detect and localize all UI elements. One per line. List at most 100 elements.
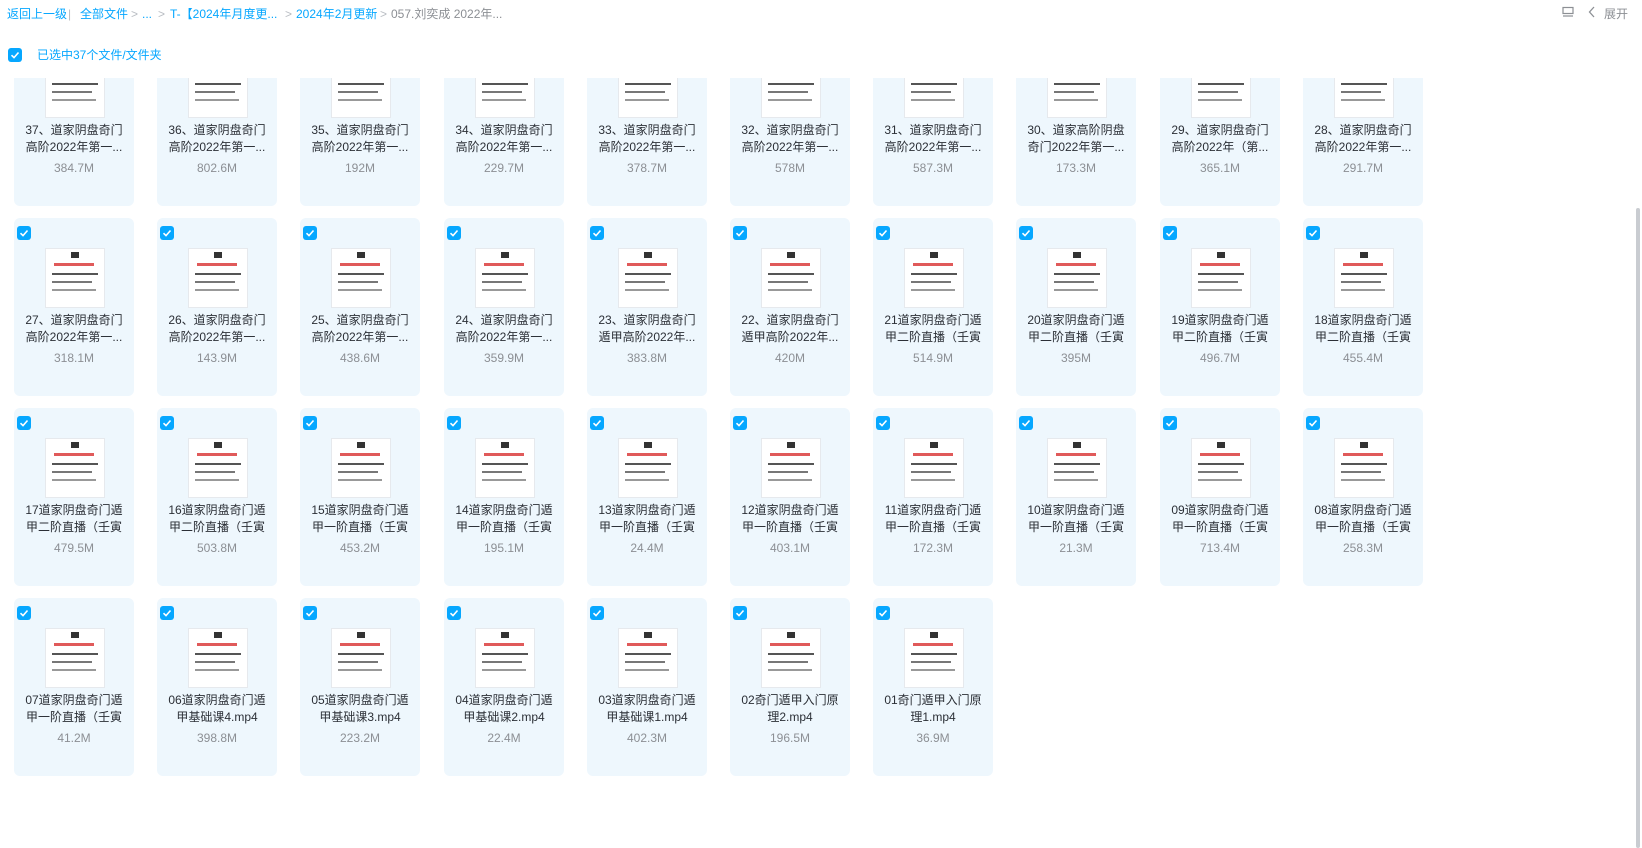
file-checkbox[interactable] (447, 226, 461, 240)
breadcrumb-folder-feb[interactable]: 2024年2月更新 (296, 6, 377, 22)
video-thumbnail[interactable] (761, 628, 821, 688)
file-tile[interactable]: 26、道家阴盘奇门高阶2022年第一... 143.9M (157, 218, 277, 396)
file-tile[interactable]: 01奇门遁甲入门原理1.mp4 36.9M (873, 598, 993, 776)
video-thumbnail[interactable] (331, 438, 391, 498)
video-thumbnail[interactable] (331, 628, 391, 688)
scrollbar[interactable] (1634, 78, 1642, 848)
file-tile[interactable]: 23、道家阴盘奇门遁甲高阶2022年... 383.8M (587, 218, 707, 396)
file-checkbox[interactable] (303, 606, 317, 620)
video-thumbnail[interactable] (475, 248, 535, 308)
file-checkbox[interactable] (447, 606, 461, 620)
file-checkbox[interactable] (1019, 416, 1033, 430)
file-tile[interactable]: 28、道家阴盘奇门高阶2022年第一... 291.7M (1303, 78, 1423, 206)
back-link[interactable]: 返回上一级 (7, 6, 67, 22)
video-thumbnail[interactable] (188, 78, 248, 118)
file-checkbox[interactable] (17, 226, 31, 240)
file-tile[interactable]: 10道家阴盘奇门遁甲一阶直播（壬寅 21.3M (1016, 408, 1136, 586)
file-tile[interactable]: 27、道家阴盘奇门高阶2022年第一... 318.1M (14, 218, 134, 396)
file-checkbox[interactable] (876, 606, 890, 620)
file-tile[interactable]: 29、道家阴盘奇门高阶2022年（第... 365.1M (1160, 78, 1280, 206)
video-thumbnail[interactable] (618, 438, 678, 498)
file-tile[interactable]: 14道家阴盘奇门遁甲一阶直播（壬寅 195.1M (444, 408, 564, 586)
video-thumbnail[interactable] (618, 78, 678, 118)
video-thumbnail[interactable] (475, 438, 535, 498)
video-thumbnail[interactable] (761, 438, 821, 498)
video-thumbnail[interactable] (45, 438, 105, 498)
file-tile[interactable]: 17道家阴盘奇门遁甲二阶直播（壬寅 479.5M (14, 408, 134, 586)
file-tile[interactable]: 16道家阴盘奇门遁甲二阶直播（壬寅 503.8M (157, 408, 277, 586)
file-tile[interactable]: 34、道家阴盘奇门高阶2022年第一... 229.7M (444, 78, 564, 206)
video-thumbnail[interactable] (904, 78, 964, 118)
file-checkbox[interactable] (1163, 416, 1177, 430)
file-checkbox[interactable] (1306, 416, 1320, 430)
video-thumbnail[interactable] (904, 438, 964, 498)
file-tile[interactable]: 03道家阴盘奇门遁甲基础课1.mp4 402.3M (587, 598, 707, 776)
video-thumbnail[interactable] (1191, 248, 1251, 308)
file-tile[interactable]: 25、道家阴盘奇门高阶2022年第一... 438.6M (300, 218, 420, 396)
video-thumbnail[interactable] (761, 248, 821, 308)
file-tile[interactable]: 31、道家阴盘奇门高阶2022年第一... 587.3M (873, 78, 993, 206)
video-thumbnail[interactable] (45, 78, 105, 118)
video-thumbnail[interactable] (904, 628, 964, 688)
file-tile[interactable]: 20道家阴盘奇门遁甲二阶直播（壬寅 395M (1016, 218, 1136, 396)
file-grid[interactable]: 37、道家阴盘奇门高阶2022年第一... 384.7M 36、道家阴盘奇门高阶20… (0, 78, 1642, 809)
file-checkbox[interactable] (733, 416, 747, 430)
file-tile[interactable]: 19道家阴盘奇门遁甲二阶直播（壬寅 496.7M (1160, 218, 1280, 396)
select-all-checkbox[interactable] (8, 48, 22, 62)
file-tile[interactable]: 15道家阴盘奇门遁甲一阶直播（壬寅 453.2M (300, 408, 420, 586)
file-checkbox[interactable] (17, 416, 31, 430)
file-checkbox[interactable] (160, 416, 174, 430)
file-tile[interactable]: 08道家阴盘奇门遁甲一阶直播（壬寅 258.3M (1303, 408, 1423, 586)
file-tile[interactable]: 09道家阴盘奇门遁甲一阶直播（壬寅 713.4M (1160, 408, 1280, 586)
file-tile[interactable]: 21道家阴盘奇门遁甲二阶直播（壬寅 514.9M (873, 218, 993, 396)
video-thumbnail[interactable] (1047, 438, 1107, 498)
file-checkbox[interactable] (1019, 226, 1033, 240)
file-checkbox[interactable] (590, 416, 604, 430)
file-checkbox[interactable] (590, 226, 604, 240)
file-checkbox[interactable] (876, 416, 890, 430)
video-thumbnail[interactable] (618, 628, 678, 688)
breadcrumb-folder-monthly[interactable]: T-【2024年月度更... (170, 6, 277, 22)
video-thumbnail[interactable] (188, 248, 248, 308)
video-thumbnail[interactable] (618, 248, 678, 308)
list-view-icon[interactable] (1562, 6, 1574, 21)
video-thumbnail[interactable] (1047, 248, 1107, 308)
video-thumbnail[interactable] (188, 628, 248, 688)
file-tile[interactable]: 30、道家高阶阴盘奇门2022年第一... 173.3M (1016, 78, 1136, 206)
file-tile[interactable]: 05道家阴盘奇门遁甲基础课3.mp4 223.2M (300, 598, 420, 776)
video-thumbnail[interactable] (331, 248, 391, 308)
video-thumbnail[interactable] (761, 78, 821, 118)
video-thumbnail[interactable] (331, 78, 391, 118)
file-tile[interactable]: 33、道家阴盘奇门高阶2022年第一... 378.7M (587, 78, 707, 206)
file-checkbox[interactable] (733, 606, 747, 620)
file-checkbox[interactable] (17, 606, 31, 620)
file-tile[interactable]: 24、道家阴盘奇门高阶2022年第一... 359.9M (444, 218, 564, 396)
file-checkbox[interactable] (160, 606, 174, 620)
file-tile[interactable]: 18道家阴盘奇门遁甲二阶直播（壬寅 455.4M (1303, 218, 1423, 396)
video-thumbnail[interactable] (1334, 438, 1394, 498)
file-tile[interactable]: 11道家阴盘奇门遁甲一阶直播（壬寅 172.3M (873, 408, 993, 586)
file-checkbox[interactable] (1306, 226, 1320, 240)
file-tile[interactable]: 12道家阴盘奇门遁甲一阶直播（壬寅 403.1M (730, 408, 850, 586)
file-tile[interactable]: 13道家阴盘奇门遁甲一阶直播（壬寅 24.4M (587, 408, 707, 586)
file-checkbox[interactable] (303, 226, 317, 240)
file-tile[interactable]: 02奇门遁甲入门原理2.mp4 196.5M (730, 598, 850, 776)
video-thumbnail[interactable] (188, 438, 248, 498)
file-checkbox[interactable] (447, 416, 461, 430)
video-thumbnail[interactable] (1191, 438, 1251, 498)
file-tile[interactable]: 07道家阴盘奇门遁甲一阶直播（壬寅 41.2M (14, 598, 134, 776)
video-thumbnail[interactable] (45, 248, 105, 308)
video-thumbnail[interactable] (1191, 78, 1251, 118)
file-tile[interactable]: 35、道家阴盘奇门高阶2022年第一... 192M (300, 78, 420, 206)
video-thumbnail[interactable] (45, 628, 105, 688)
file-tile[interactable]: 36、道家阴盘奇门高阶2022年第一... 802.6M (157, 78, 277, 206)
file-tile[interactable]: 04道家阴盘奇门遁甲基础课2.mp4 22.4M (444, 598, 564, 776)
video-thumbnail[interactable] (1047, 78, 1107, 118)
breadcrumb-all-files[interactable]: 全部文件 (80, 6, 128, 22)
file-checkbox[interactable] (1163, 226, 1177, 240)
video-thumbnail[interactable] (475, 628, 535, 688)
scrollbar-thumb[interactable] (1636, 208, 1640, 848)
file-tile[interactable]: 37、道家阴盘奇门高阶2022年第一... 384.7M (14, 78, 134, 206)
expand-button[interactable]: 展开 (1588, 5, 1628, 22)
file-checkbox[interactable] (303, 416, 317, 430)
